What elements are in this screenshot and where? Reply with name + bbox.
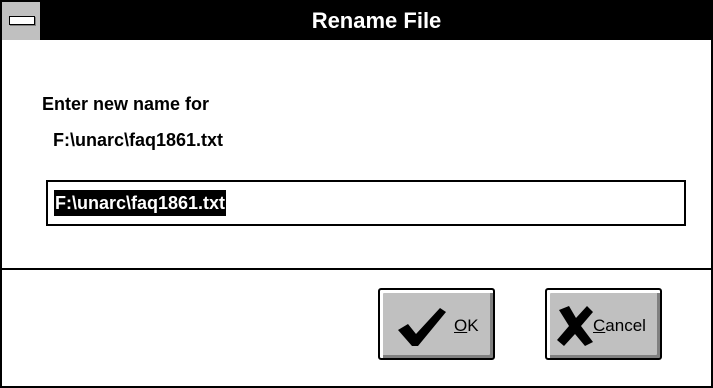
cancel-button[interactable]: Cancel [545,288,662,360]
x-mark-icon [557,306,593,346]
divider [2,268,711,270]
current-path-label: F:\unarc\faq1861.txt [53,130,224,150]
cancel-button-label: Cancel [593,316,646,335]
selected-input-text: F:\unarc\faq1861.txt [54,190,227,216]
system-menu-icon [9,16,35,25]
title-bar[interactable]: Rename File [2,2,711,40]
checkmark-icon [398,308,446,346]
system-menu-button[interactable] [2,2,42,40]
window-title: Rename File [311,8,442,33]
ok-button[interactable]: OK [378,288,495,360]
prompt-label: Enter new name for [42,94,210,114]
rename-file-dialog: Rename File Enter new name for F:\unarc\… [0,0,713,388]
new-name-input[interactable]: F:\unarc\faq1861.txt [46,180,686,226]
ok-button-label: OK [454,316,479,335]
